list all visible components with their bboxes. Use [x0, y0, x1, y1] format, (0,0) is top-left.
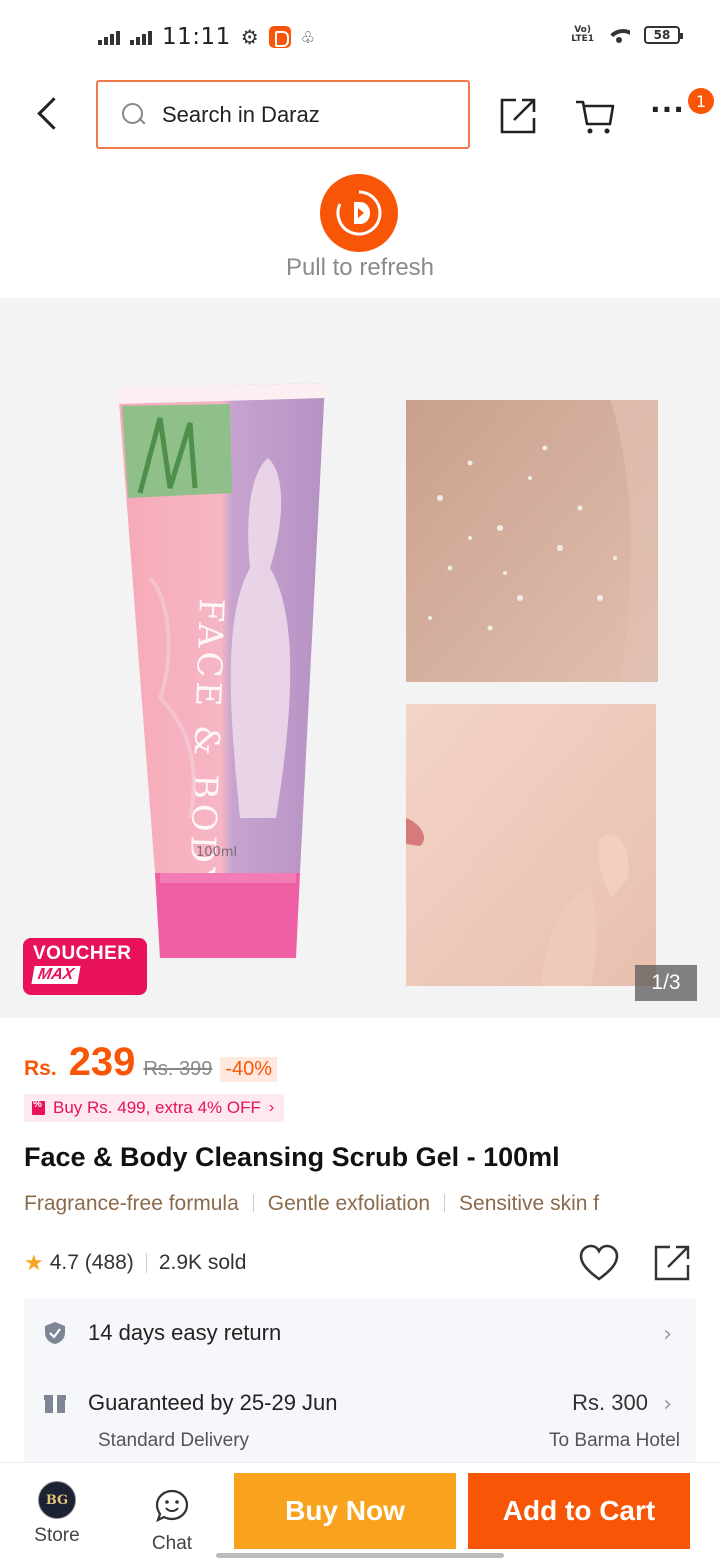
price-original: Rs. 399	[143, 1058, 213, 1080]
battery-icon: 58	[644, 26, 683, 44]
cart-icon[interactable]	[574, 96, 616, 136]
chat-button[interactable]: Chat	[140, 1489, 204, 1554]
gear-icon: ⚙	[240, 25, 259, 49]
chat-icon	[155, 1489, 189, 1523]
buy-now-button[interactable]: Buy Now	[234, 1473, 456, 1549]
feature-tag: Sensitive skin f	[459, 1192, 600, 1215]
feature-tag: Fragrance-free formula	[24, 1192, 239, 1215]
volte-icon: Vo) LTE1	[571, 25, 594, 44]
price-current: 239	[68, 1040, 136, 1084]
search-input[interactable]: Search in Daraz	[96, 80, 470, 149]
package-icon	[44, 1395, 66, 1413]
search-placeholder: Search in Daraz	[162, 101, 320, 127]
product-image-gallery[interactable]: FACE & BODY 100ml VOUCHER MAX 1/3	[0, 298, 720, 1018]
discount-badge: -40%	[220, 1057, 278, 1082]
product-title: Face & Body Cleansing Scrub Gel - 100ml	[24, 1142, 560, 1172]
divider	[252, 1194, 254, 1212]
service-info-box: 14 days easy return › Guaranteed by 25-2…	[24, 1298, 696, 1462]
status-left: 11:11 ⚙ ♧	[98, 24, 315, 50]
return-policy-row[interactable]: 14 days easy return	[44, 1320, 281, 1346]
chevron-right-icon[interactable]: ›	[663, 1322, 672, 1347]
star-icon: ★	[24, 1250, 44, 1275]
wifi-icon	[608, 27, 630, 43]
chat-label: Chat	[151, 1533, 193, 1554]
review-count: (488)	[84, 1251, 134, 1274]
home-indicator[interactable]	[216, 1553, 504, 1558]
notification-badge: 1	[688, 88, 714, 114]
store-label: Store	[34, 1525, 80, 1546]
delivery-destination: To Barma Hotel	[549, 1430, 680, 1451]
status-bar: 11:11 ⚙ ♧ Vo) LTE1 58	[0, 0, 720, 78]
price-row: Rs. 239 Rs. 399 -40%	[24, 1040, 278, 1090]
top-header: Search in Daraz ··· 1	[0, 78, 720, 158]
svg-text:100ml: 100ml	[196, 845, 237, 860]
feature-tag: Gentle exfoliation	[267, 1192, 431, 1215]
daraz-app-icon	[268, 26, 291, 48]
delivery-date: Guaranteed by 25-29 Jun	[88, 1390, 338, 1415]
voucher-label: VOUCHER	[33, 943, 132, 964]
status-right: Vo) LTE1 58	[571, 25, 683, 44]
store-button[interactable]: BG Store	[22, 1481, 92, 1551]
return-policy-text: 14 days easy return	[88, 1320, 282, 1345]
share-icon[interactable]	[498, 96, 538, 136]
clock: 11:11	[162, 24, 231, 50]
sold-count: 2.9K sold	[158, 1251, 247, 1274]
chevron-right-icon[interactable]: ›	[663, 1392, 672, 1417]
promo-text: Buy Rs. 499, extra 4% OFF	[53, 1098, 261, 1117]
daraz-logo-icon	[320, 174, 398, 252]
pull-to-refresh: Pull to refresh	[0, 158, 720, 298]
product-image: FACE & BODY 100ml	[118, 383, 658, 986]
share-icon[interactable]	[652, 1243, 692, 1283]
search-icon	[122, 102, 146, 127]
feature-tags: Fragrance-free formula Gentle exfoliation…	[24, 1192, 720, 1224]
divider	[444, 1194, 446, 1212]
image-counter: 1/3	[635, 965, 697, 1001]
voucher-max-badge[interactable]: VOUCHER MAX	[23, 938, 147, 995]
daraz-glyph-icon	[336, 190, 382, 236]
discount-tag-icon	[32, 1099, 45, 1115]
chevron-right-icon: ›	[268, 1099, 275, 1116]
store-logo-icon: BG	[38, 1481, 76, 1519]
price-currency: Rs.	[24, 1057, 57, 1080]
refresh-label: Pull to refresh	[285, 254, 435, 281]
wishlist-heart-icon[interactable]	[578, 1243, 620, 1283]
divider	[145, 1253, 147, 1273]
shield-check-icon	[45, 1322, 65, 1344]
delivery-type: Standard Delivery	[98, 1430, 250, 1451]
delivery-fee: Rs. 300	[572, 1390, 648, 1415]
signal-icon	[98, 29, 120, 45]
rating-row[interactable]: ★ 4.7 (488) 2.9K sold	[24, 1246, 246, 1280]
back-button[interactable]	[26, 92, 70, 136]
promo-banner[interactable]: Buy Rs. 499, extra 4% OFF ›	[24, 1094, 285, 1122]
add-to-cart-button[interactable]: Add to Cart	[468, 1473, 690, 1549]
rating-value: 4.7	[49, 1251, 79, 1274]
bottom-action-bar: BG Store Chat Buy Now Add to Cart	[0, 1462, 720, 1560]
delivery-row[interactable]: Guaranteed by 25-29 Jun	[44, 1390, 338, 1416]
bell-icon: ♧	[300, 27, 316, 47]
voucher-max-label: MAX	[31, 966, 81, 984]
signal-icon-2	[130, 29, 152, 45]
